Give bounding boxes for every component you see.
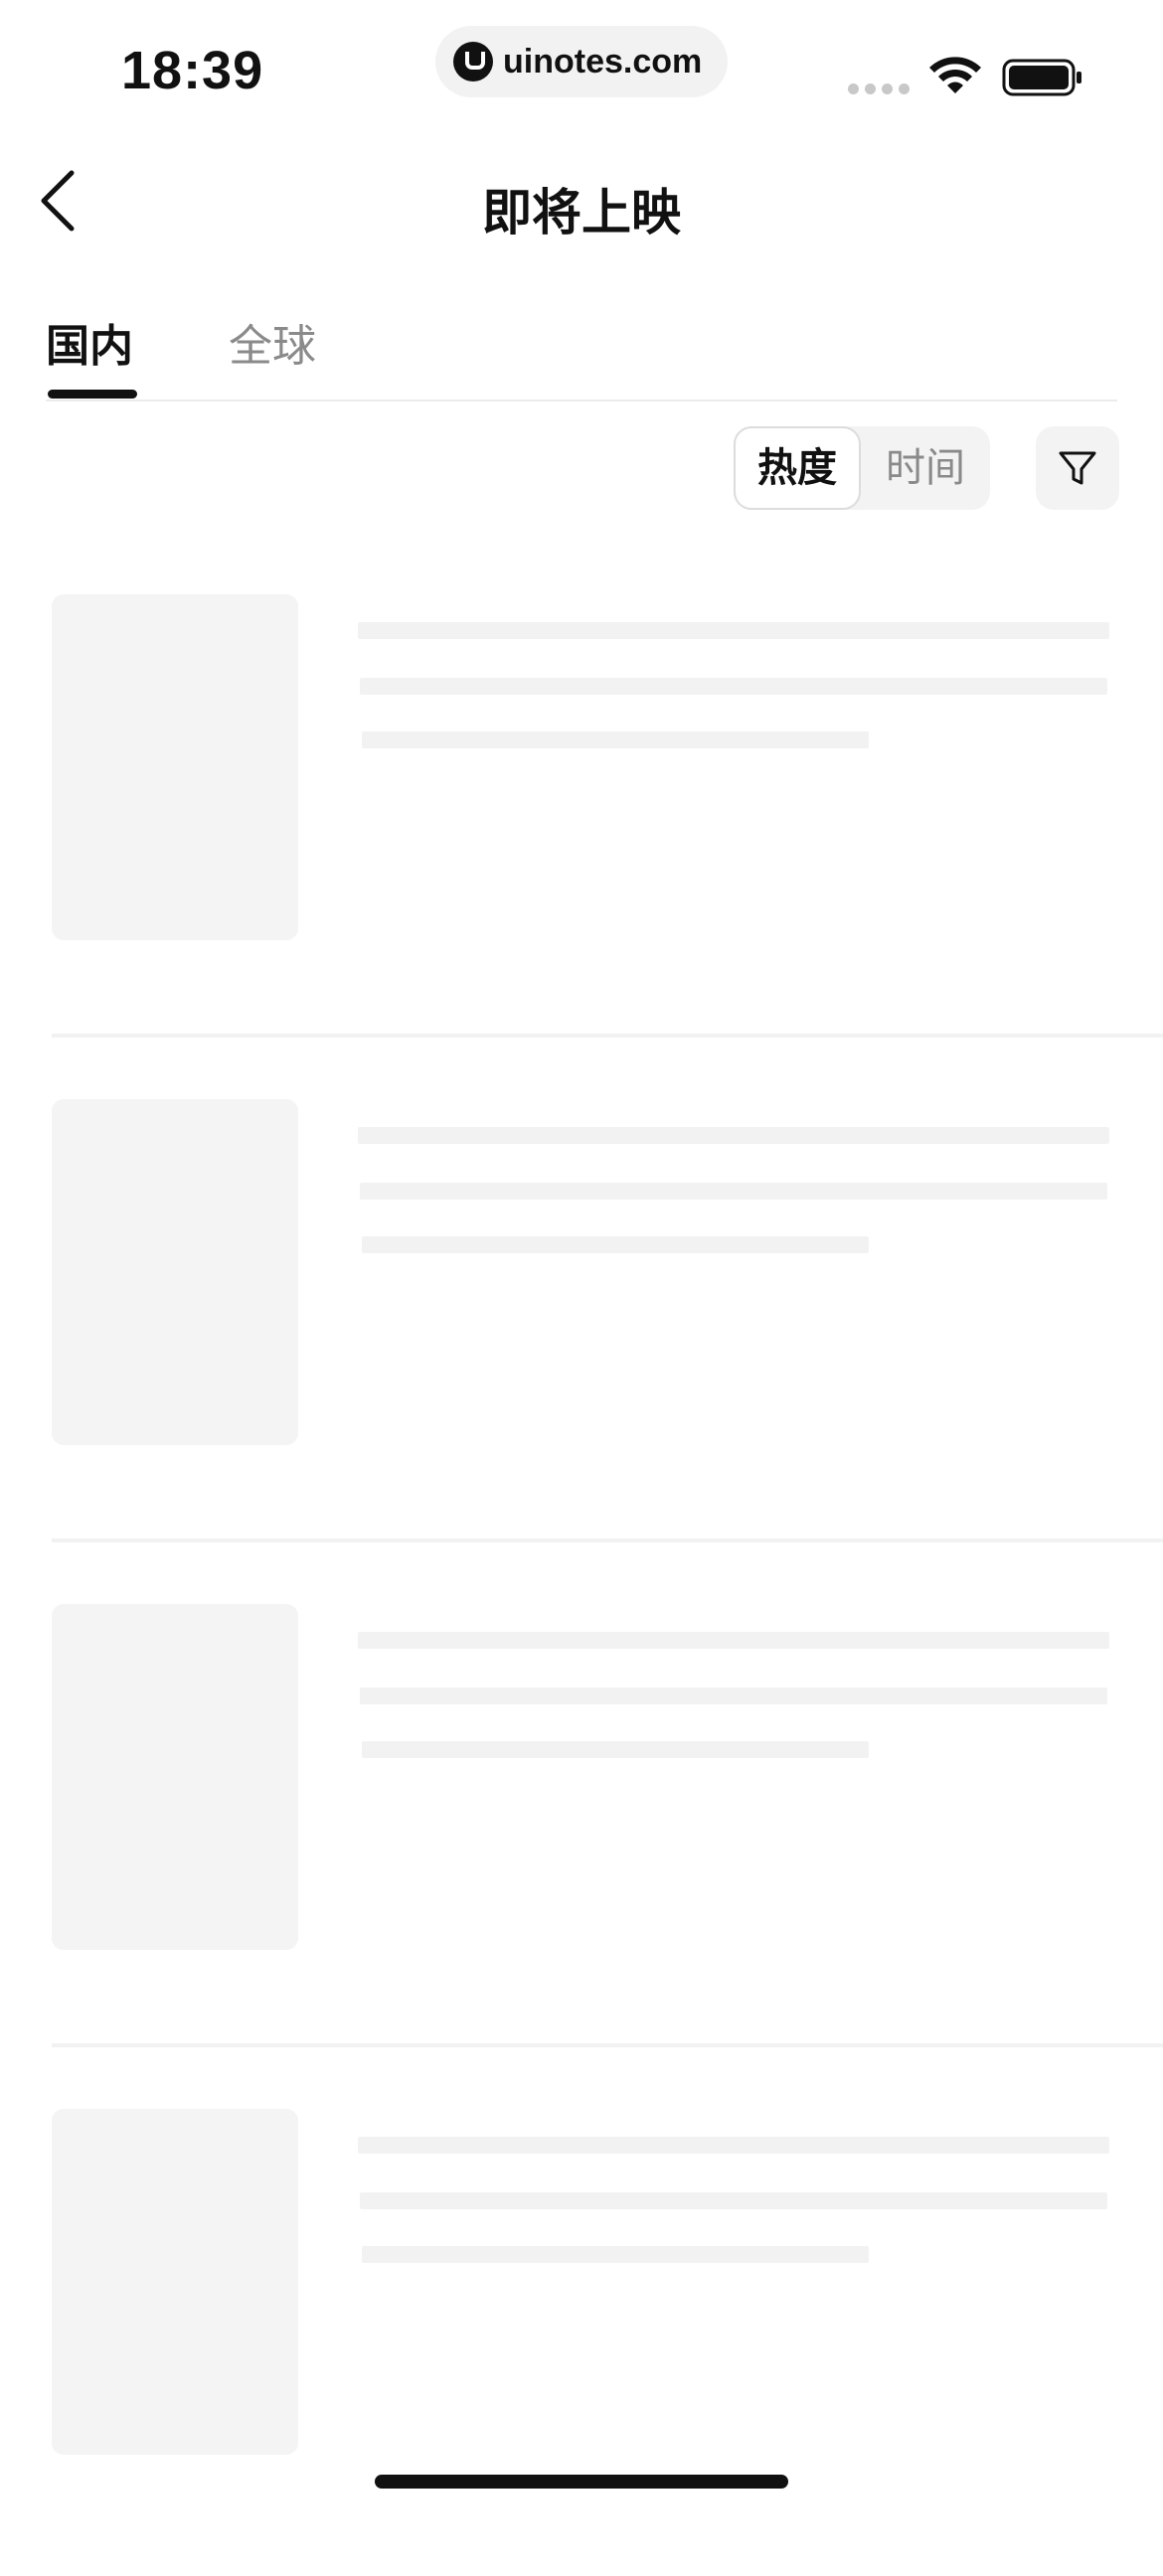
skeleton-item xyxy=(0,1566,1163,2071)
url-text: uinotes.com xyxy=(503,42,703,80)
tab-global[interactable]: 全球 xyxy=(229,310,316,374)
skeleton-divider xyxy=(52,1034,1163,1038)
skeleton-line xyxy=(362,2246,869,2263)
skeleton-line xyxy=(360,2192,1107,2209)
sort-by-popularity-button[interactable]: 热度 xyxy=(734,426,861,510)
sort-by-time-button[interactable]: 时间 xyxy=(861,426,990,510)
skeleton-line xyxy=(362,1236,869,1253)
skeleton-line xyxy=(358,1632,1109,1649)
status-time: 18:39 xyxy=(121,41,264,100)
status-bar: 18:39 uinotes.com xyxy=(0,0,1163,149)
filter-button[interactable] xyxy=(1036,426,1119,510)
skeleton-poster xyxy=(52,594,298,940)
skeleton-line xyxy=(360,1688,1107,1704)
skeleton-divider xyxy=(52,1538,1163,1542)
skeleton-divider xyxy=(52,2043,1163,2047)
skeleton-poster xyxy=(52,1099,298,1445)
home-indicator[interactable] xyxy=(375,2475,788,2489)
skeleton-line xyxy=(360,678,1107,695)
skeleton-line xyxy=(358,622,1109,639)
page-title: 即将上映 xyxy=(482,184,681,242)
skeleton-line xyxy=(362,731,869,748)
url-pill[interactable]: uinotes.com xyxy=(435,26,728,97)
site-logo-icon xyxy=(453,42,493,81)
filter-icon xyxy=(1059,451,1096,485)
skeleton-item xyxy=(0,2071,1163,2576)
skeleton-line xyxy=(360,1183,1107,1200)
skeleton-poster xyxy=(52,2109,298,2455)
skeleton-item xyxy=(0,1061,1163,1566)
active-tab-indicator xyxy=(48,390,137,399)
skeleton-line xyxy=(358,2137,1109,2154)
tabs-divider xyxy=(46,400,1117,402)
nav-bar: 即将上映 xyxy=(0,159,1163,250)
wifi-icon xyxy=(929,57,981,93)
skeleton-item xyxy=(0,557,1163,1061)
skeleton-poster xyxy=(52,1604,298,1950)
skeleton-line xyxy=(358,1127,1109,1144)
region-tabs: 国内 全球 xyxy=(0,298,1163,402)
sort-toggle: 热度 时间 xyxy=(734,426,990,510)
tab-domestic[interactable]: 国内 xyxy=(46,310,133,374)
skeleton-line xyxy=(362,1741,869,1758)
battery-icon xyxy=(1002,59,1081,96)
signal-icon xyxy=(848,83,910,94)
